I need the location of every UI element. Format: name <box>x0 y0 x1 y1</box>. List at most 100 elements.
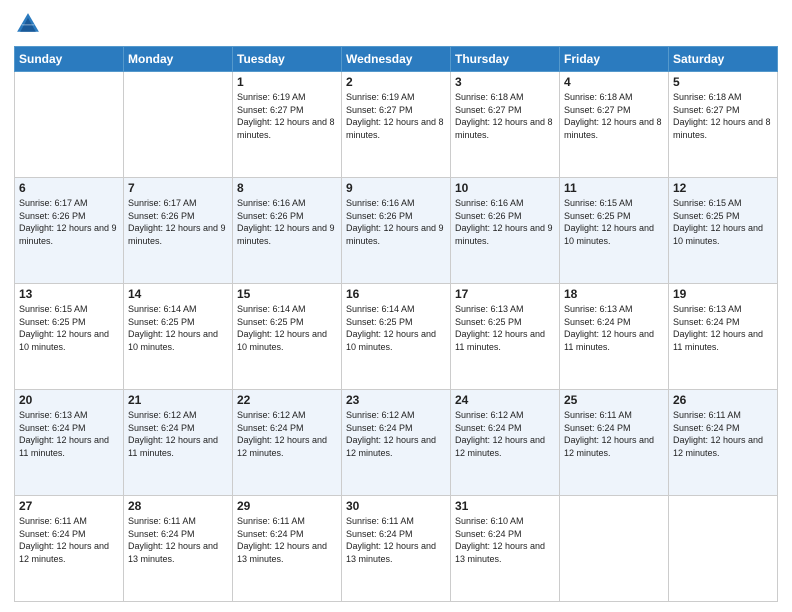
calendar-table: SundayMondayTuesdayWednesdayThursdayFrid… <box>14 46 778 602</box>
day-number: 27 <box>19 499 119 513</box>
day-cell <box>669 496 778 602</box>
day-number: 21 <box>128 393 228 407</box>
day-info: Sunrise: 6:15 AM Sunset: 6:25 PM Dayligh… <box>564 197 664 247</box>
week-row-2: 13 Sunrise: 6:15 AM Sunset: 6:25 PM Dayli… <box>15 284 778 390</box>
day-cell: 16 Sunrise: 6:14 AM Sunset: 6:25 PM Dayli… <box>342 284 451 390</box>
day-number: 14 <box>128 287 228 301</box>
day-number: 9 <box>346 181 446 195</box>
col-header-wednesday: Wednesday <box>342 47 451 72</box>
day-cell: 1 Sunrise: 6:19 AM Sunset: 6:27 PM Daylig… <box>233 72 342 178</box>
day-cell: 24 Sunrise: 6:12 AM Sunset: 6:24 PM Dayli… <box>451 390 560 496</box>
day-info: Sunrise: 6:16 AM Sunset: 6:26 PM Dayligh… <box>237 197 337 247</box>
day-cell: 20 Sunrise: 6:13 AM Sunset: 6:24 PM Dayli… <box>15 390 124 496</box>
col-header-tuesday: Tuesday <box>233 47 342 72</box>
week-row-3: 20 Sunrise: 6:13 AM Sunset: 6:24 PM Dayli… <box>15 390 778 496</box>
day-info: Sunrise: 6:17 AM Sunset: 6:26 PM Dayligh… <box>19 197 119 247</box>
day-info: Sunrise: 6:11 AM Sunset: 6:24 PM Dayligh… <box>346 515 446 565</box>
week-row-4: 27 Sunrise: 6:11 AM Sunset: 6:24 PM Dayli… <box>15 496 778 602</box>
day-info: Sunrise: 6:12 AM Sunset: 6:24 PM Dayligh… <box>455 409 555 459</box>
day-number: 8 <box>237 181 337 195</box>
day-number: 29 <box>237 499 337 513</box>
day-cell: 10Sunrise: 6:16 AM Sunset: 6:26 PM Dayli… <box>451 178 560 284</box>
day-number: 3 <box>455 75 555 89</box>
day-info: Sunrise: 6:12 AM Sunset: 6:24 PM Dayligh… <box>237 409 337 459</box>
day-cell: 5Sunrise: 6:18 AM Sunset: 6:27 PM Daylig… <box>669 72 778 178</box>
day-cell: 30 Sunrise: 6:11 AM Sunset: 6:24 PM Dayli… <box>342 496 451 602</box>
logo <box>14 10 46 38</box>
day-number: 18 <box>564 287 664 301</box>
day-number: 24 <box>455 393 555 407</box>
day-info: Sunrise: 6:12 AM Sunset: 6:24 PM Dayligh… <box>346 409 446 459</box>
day-number: 17 <box>455 287 555 301</box>
day-cell: 22 Sunrise: 6:12 AM Sunset: 6:24 PM Dayli… <box>233 390 342 496</box>
day-info: Sunrise: 6:16 AM Sunset: 6:26 PM Dayligh… <box>455 197 555 247</box>
day-info: Sunrise: 6:11 AM Sunset: 6:24 PM Dayligh… <box>128 515 228 565</box>
day-cell <box>124 72 233 178</box>
day-info: Sunrise: 6:12 AM Sunset: 6:24 PM Dayligh… <box>128 409 228 459</box>
day-cell: 11Sunrise: 6:15 AM Sunset: 6:25 PM Dayli… <box>560 178 669 284</box>
col-header-sunday: Sunday <box>15 47 124 72</box>
day-cell: 3 Sunrise: 6:18 AM Sunset: 6:27 PM Daylig… <box>451 72 560 178</box>
day-info: Sunrise: 6:16 AM Sunset: 6:26 PM Dayligh… <box>346 197 446 247</box>
day-info: Sunrise: 6:15 AM Sunset: 6:25 PM Dayligh… <box>673 197 773 247</box>
calendar-header-row: SundayMondayTuesdayWednesdayThursdayFrid… <box>15 47 778 72</box>
day-cell: 31 Sunrise: 6:10 AM Sunset: 6:24 PM Dayli… <box>451 496 560 602</box>
day-cell: 4 Sunrise: 6:18 AM Sunset: 6:27 PM Daylig… <box>560 72 669 178</box>
day-info: Sunrise: 6:13 AM Sunset: 6:24 PM Dayligh… <box>19 409 119 459</box>
day-cell: 18 Sunrise: 6:13 AM Sunset: 6:24 PM Dayli… <box>560 284 669 390</box>
day-number: 26 <box>673 393 773 407</box>
day-info: Sunrise: 6:18 AM Sunset: 6:27 PM Dayligh… <box>455 91 555 141</box>
day-number: 1 <box>237 75 337 89</box>
day-cell: 26 Sunrise: 6:11 AM Sunset: 6:24 PM Dayli… <box>669 390 778 496</box>
day-cell: 28Sunrise: 6:11 AM Sunset: 6:24 PM Dayli… <box>124 496 233 602</box>
day-number: 31 <box>455 499 555 513</box>
day-cell: 19 Sunrise: 6:13 AM Sunset: 6:24 PM Dayli… <box>669 284 778 390</box>
week-row-1: 6 Sunrise: 6:17 AM Sunset: 6:26 PM Daylig… <box>15 178 778 284</box>
col-header-monday: Monday <box>124 47 233 72</box>
day-cell: 9 Sunrise: 6:16 AM Sunset: 6:26 PM Daylig… <box>342 178 451 284</box>
day-cell: 6 Sunrise: 6:17 AM Sunset: 6:26 PM Daylig… <box>15 178 124 284</box>
header <box>14 10 778 38</box>
day-number: 20 <box>19 393 119 407</box>
day-info: Sunrise: 6:10 AM Sunset: 6:24 PM Dayligh… <box>455 515 555 565</box>
day-number: 12 <box>673 181 773 195</box>
day-number: 7 <box>128 181 228 195</box>
day-cell: 12 Sunrise: 6:15 AM Sunset: 6:25 PM Dayli… <box>669 178 778 284</box>
day-number: 22 <box>237 393 337 407</box>
day-info: Sunrise: 6:15 AM Sunset: 6:25 PM Dayligh… <box>19 303 119 353</box>
col-header-friday: Friday <box>560 47 669 72</box>
day-number: 2 <box>346 75 446 89</box>
day-info: Sunrise: 6:18 AM Sunset: 6:27 PM Dayligh… <box>673 91 773 141</box>
day-info: Sunrise: 6:13 AM Sunset: 6:25 PM Dayligh… <box>455 303 555 353</box>
day-number: 13 <box>19 287 119 301</box>
day-number: 6 <box>19 181 119 195</box>
day-info: Sunrise: 6:13 AM Sunset: 6:24 PM Dayligh… <box>673 303 773 353</box>
day-number: 16 <box>346 287 446 301</box>
week-row-0: 1 Sunrise: 6:19 AM Sunset: 6:27 PM Daylig… <box>15 72 778 178</box>
day-cell: 15Sunrise: 6:14 AM Sunset: 6:25 PM Dayli… <box>233 284 342 390</box>
day-number: 4 <box>564 75 664 89</box>
day-cell: 13 Sunrise: 6:15 AM Sunset: 6:25 PM Dayli… <box>15 284 124 390</box>
day-number: 15 <box>237 287 337 301</box>
day-cell: 21 Sunrise: 6:12 AM Sunset: 6:24 PM Dayli… <box>124 390 233 496</box>
logo-icon <box>14 10 42 38</box>
day-cell: 7 Sunrise: 6:17 AM Sunset: 6:26 PM Daylig… <box>124 178 233 284</box>
day-info: Sunrise: 6:11 AM Sunset: 6:24 PM Dayligh… <box>673 409 773 459</box>
day-number: 23 <box>346 393 446 407</box>
day-cell: 27Sunrise: 6:11 AM Sunset: 6:24 PM Dayli… <box>15 496 124 602</box>
day-info: Sunrise: 6:14 AM Sunset: 6:25 PM Dayligh… <box>128 303 228 353</box>
day-info: Sunrise: 6:19 AM Sunset: 6:27 PM Dayligh… <box>346 91 446 141</box>
day-cell <box>560 496 669 602</box>
day-cell: 29Sunrise: 6:11 AM Sunset: 6:24 PM Dayli… <box>233 496 342 602</box>
day-number: 19 <box>673 287 773 301</box>
day-cell <box>15 72 124 178</box>
day-info: Sunrise: 6:18 AM Sunset: 6:27 PM Dayligh… <box>564 91 664 141</box>
day-info: Sunrise: 6:17 AM Sunset: 6:26 PM Dayligh… <box>128 197 228 247</box>
col-header-thursday: Thursday <box>451 47 560 72</box>
day-info: Sunrise: 6:13 AM Sunset: 6:24 PM Dayligh… <box>564 303 664 353</box>
day-number: 30 <box>346 499 446 513</box>
day-info: Sunrise: 6:14 AM Sunset: 6:25 PM Dayligh… <box>346 303 446 353</box>
day-info: Sunrise: 6:19 AM Sunset: 6:27 PM Dayligh… <box>237 91 337 141</box>
day-cell: 25Sunrise: 6:11 AM Sunset: 6:24 PM Dayli… <box>560 390 669 496</box>
day-cell: 23 Sunrise: 6:12 AM Sunset: 6:24 PM Dayli… <box>342 390 451 496</box>
